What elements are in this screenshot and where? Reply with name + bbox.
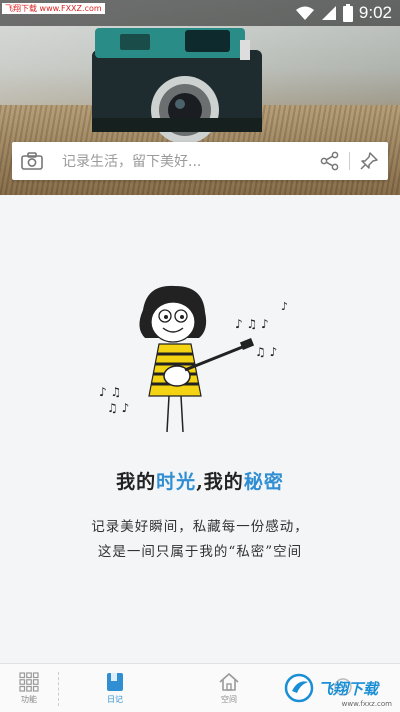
girl-guitar-illustration: ♪ ♫ ♫ ♪ ♪ ♫ ♪ ♫ ♪ ♪ (99, 285, 288, 433)
watermark-label: 飞翔下载 www.FXXZ.com (2, 3, 105, 14)
grid-icon (19, 671, 39, 692)
tagline-highlight2: 秘密 (243, 471, 284, 493)
tagline: 我的时光,我的秘密 (0, 467, 400, 494)
empty-state: ♪ ♫ ♫ ♪ ♪ ♫ ♪ ♫ ♪ ♪ 我的时光,我的秘密 记录美好瞬间，私藏每… (0, 195, 400, 663)
svg-text:♪ ♫: ♪ ♫ (99, 385, 121, 399)
svg-text:♫ ♪: ♫ ♪ (255, 345, 277, 359)
tagline-highlight1: 时光 (156, 471, 197, 493)
tagline-part2: ,我的 (196, 471, 244, 493)
brand-logo-icon (284, 673, 314, 703)
description-line1: 记录美好瞬间，私藏每一份感动， (91, 519, 309, 535)
camera-button[interactable] (12, 142, 52, 180)
description: 记录美好瞬间，私藏每一份感动， 这是一间只属于我的“私密”空间 (0, 515, 400, 565)
brand-name: 飞翔下载 (318, 679, 379, 698)
nav-item-diary[interactable]: 日记 (58, 664, 172, 712)
battery-icon (342, 4, 353, 22)
nav-label-diary: 日记 (107, 694, 123, 704)
diary-input-placeholder[interactable]: 记录生活，留下美好... (52, 151, 311, 171)
svg-text:♪: ♪ (281, 300, 288, 313)
brand-watermark: 飞翔下载 www.fxxz.com (284, 668, 396, 708)
share-button[interactable] (311, 142, 349, 180)
signal-icon (321, 6, 336, 20)
tagline-part1: 我的 (116, 471, 157, 493)
pin-icon (360, 152, 378, 170)
description-line2: 这是一间只属于我的“私密”空间 (97, 544, 303, 560)
share-icon (320, 151, 339, 171)
diary-icon (107, 672, 123, 691)
nav-item-features[interactable]: 功能 (0, 664, 58, 712)
nav-label-features: 功能 (21, 694, 37, 704)
svg-text:♪ ♫ ♪: ♪ ♫ ♪ (235, 317, 269, 331)
clock: 9:02 (358, 3, 392, 22)
nav-label-space: 空间 (221, 694, 237, 704)
svg-text:♫ ♪: ♫ ♪ (107, 401, 129, 415)
nav-divider (58, 672, 59, 706)
camera-icon (21, 152, 43, 170)
diary-input-bar[interactable]: 记录生活，留下美好... (12, 142, 388, 180)
brand-url: www.fxxz.com (341, 700, 392, 708)
status-bar: 飞翔下载 www.FXXZ.com 9:02 (0, 0, 400, 26)
nav-item-space[interactable]: 空间 (172, 664, 286, 712)
wifi-icon (295, 6, 314, 20)
pin-button[interactable] (350, 142, 388, 180)
home-icon (219, 672, 239, 691)
